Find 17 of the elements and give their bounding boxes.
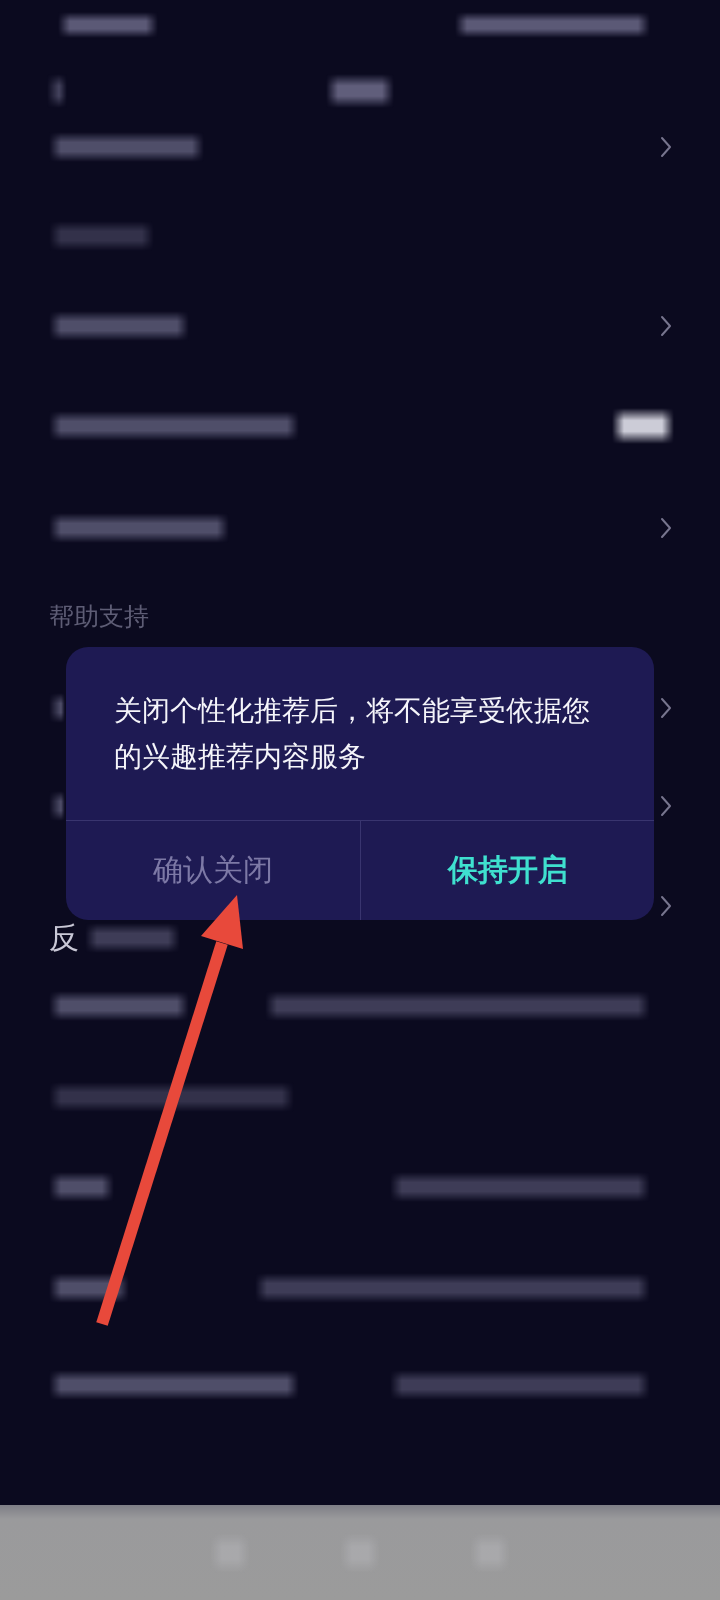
section-header: 帮助支持	[49, 602, 149, 632]
blurred-text-drawing	[47, 74, 67, 108]
chevron-right-icon	[660, 315, 672, 337]
blurred-text-drawing	[49, 1172, 114, 1202]
row-label: 反	[49, 923, 79, 953]
chevron-right-icon	[660, 517, 672, 539]
blurred-text-drawing	[49, 693, 65, 723]
blurred-text-drawing	[49, 791, 65, 821]
chevron-right-icon	[660, 895, 672, 917]
chevron-right-icon	[660, 795, 672, 817]
blurred-toggle-drawing	[612, 408, 674, 444]
dialog-button[interactable]: 确认关闭	[66, 821, 360, 920]
dialog-message: 关闭个性化推荐后，将不能享受依据您的兴趣推荐内容服务	[113, 693, 591, 775]
chevron-right-icon	[660, 136, 672, 158]
chevron-right-icon	[660, 697, 672, 719]
blurred-text-drawing	[326, 74, 394, 108]
dialog-button[interactable]: 保持开启	[360, 821, 654, 920]
